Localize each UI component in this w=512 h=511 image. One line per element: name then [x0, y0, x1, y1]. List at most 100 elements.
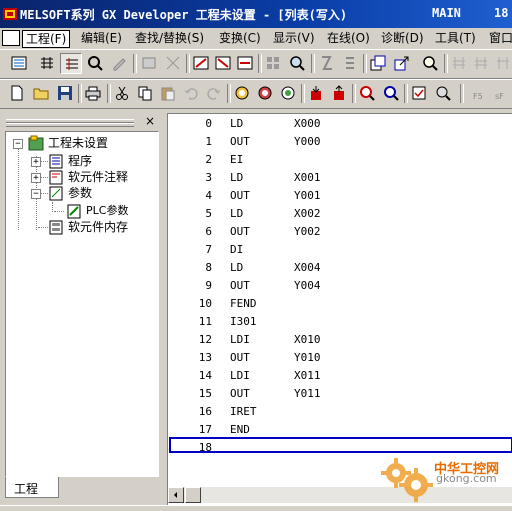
instruction: LDI [230, 369, 250, 382]
find-ins-icon[interactable] [254, 83, 276, 104]
tree-item-device-memory[interactable]: 软元件内存 [68, 219, 128, 235]
menu-diagnose[interactable]: 诊断(D) [378, 30, 427, 46]
instruction: OUT [230, 387, 250, 400]
list-row[interactable]: 3 LD X001 [168, 169, 512, 187]
ladder-view-icon[interactable] [8, 53, 30, 74]
print-icon[interactable] [82, 83, 104, 104]
find-device-icon[interactable] [231, 83, 253, 104]
instruction: OUT [230, 189, 250, 202]
list-row[interactable]: 15 OUT Y011 [168, 385, 512, 403]
tree-item-plc-parameter[interactable]: PLC参数 [86, 203, 128, 219]
ladder-verify-icon[interactable] [234, 53, 256, 74]
monitor-stop-icon[interactable] [380, 83, 402, 104]
scroll-left-button[interactable] [168, 487, 184, 503]
monitor-icon[interactable] [84, 53, 106, 74]
paste-icon[interactable] [157, 83, 179, 104]
ladder-write-icon[interactable] [190, 53, 212, 74]
melsoft-app-icon[interactable] [2, 6, 18, 22]
new-icon[interactable] [6, 83, 28, 104]
list-view-icon[interactable] [36, 53, 58, 74]
block-icon[interactable] [262, 53, 284, 74]
menu-project[interactable]: 工程(F) [22, 30, 71, 48]
list-row[interactable]: 1 OUT Y000 [168, 133, 512, 151]
list-row[interactable]: 9 OUT Y004 [168, 277, 512, 295]
list-row[interactable]: 7 DI [168, 241, 512, 259]
search-icon[interactable] [286, 53, 308, 74]
transfer-icon[interactable] [432, 83, 454, 104]
horizontal-scrollbar[interactable] [168, 487, 512, 503]
list-row[interactable]: 10 FEND [168, 295, 512, 313]
scroll-thumb[interactable] [185, 487, 201, 503]
title-bar[interactable]: MELSOFT系列 GX Developer 工程未设置 - [列表(写入) M… [0, 0, 512, 28]
program-folder-icon [49, 154, 63, 169]
list-row[interactable]: 14 LDI X011 [168, 367, 512, 385]
monitor-start-icon[interactable] [356, 83, 378, 104]
tree-expand-parameter[interactable]: − [31, 189, 41, 199]
menu-find-replace[interactable]: 查找/替换(S) [132, 30, 207, 46]
shift-f-button[interactable]: sF [492, 83, 512, 104]
save-icon[interactable] [54, 83, 76, 104]
ladder-read-icon[interactable] [212, 53, 234, 74]
menu-tools[interactable]: 工具(T) [432, 30, 479, 46]
project-tree[interactable]: − 工程未设置 + 程序 + 软元件注释 − 参数 PLC参数 软元件内存 [5, 131, 159, 477]
read-plc-icon[interactable] [305, 83, 327, 104]
window-tile-icon[interactable] [367, 53, 389, 74]
step-number: 8 [205, 261, 212, 274]
list-row[interactable]: 2 EI [168, 151, 512, 169]
copy-icon[interactable] [134, 83, 156, 104]
device-comment-icon [49, 170, 63, 185]
menu-view[interactable]: 显示(V) [270, 30, 318, 46]
step-icon[interactable] [315, 53, 337, 74]
list-row[interactable]: 16 IRET [168, 403, 512, 421]
step-number: 14 [198, 369, 212, 382]
step-number: 9 [205, 279, 212, 292]
tree-root-collapse[interactable]: − [13, 139, 23, 149]
tree-item-parameter[interactable]: 参数 [68, 185, 92, 201]
dev3-icon[interactable] [492, 53, 512, 74]
redo-icon[interactable] [203, 83, 225, 104]
document-menu-icon[interactable] [2, 30, 20, 46]
list-row[interactable]: 6 OUT Y002 [168, 223, 512, 241]
undo-icon[interactable] [180, 83, 202, 104]
pane-grip[interactable] [6, 123, 134, 127]
list-row[interactable]: 8 LD X004 [168, 259, 512, 277]
list-row[interactable]: 11 I301 [168, 313, 512, 331]
list-row[interactable]: 13 OUT Y010 [168, 349, 512, 367]
find-step-icon[interactable] [277, 83, 299, 104]
instruction: OUT [230, 225, 250, 238]
cut-icon[interactable] [111, 83, 133, 104]
write-icon[interactable] [108, 53, 130, 74]
list-row[interactable]: 12 LDI X010 [168, 331, 512, 349]
dev2-icon[interactable] [470, 53, 492, 74]
tree-expand-comment[interactable]: + [31, 173, 41, 183]
open-icon[interactable] [30, 83, 52, 104]
f5-button[interactable]: F5 [470, 83, 492, 104]
menu-window[interactable]: 窗口 [486, 30, 512, 46]
menu-convert[interactable]: 变换(C) [216, 30, 264, 46]
list-row[interactable]: 5 LD X002 [168, 205, 512, 223]
tree-item-program[interactable]: 程序 [68, 153, 92, 169]
parameter-folder-icon [49, 186, 63, 201]
tree-expand-program[interactable]: + [31, 157, 41, 167]
tree-root-label[interactable]: 工程未设置 [48, 135, 108, 151]
list-row[interactable]: 0 LD X000 [168, 115, 512, 133]
device-icon[interactable] [162, 53, 184, 74]
step-number: 0 [205, 117, 212, 130]
instruction-list[interactable]: 0 LD X000 1 OUT Y000 2 EI 3 LD X001 4 OUT Y001 5 LD X002… [167, 113, 512, 505]
window-cascade-icon[interactable] [391, 53, 413, 74]
close-pane-button[interactable]: × [144, 115, 156, 127]
list-row[interactable]: 4 OUT Y001 [168, 187, 512, 205]
zoom-icon[interactable] [419, 53, 441, 74]
comment-icon[interactable] [138, 53, 160, 74]
param-check-icon[interactable] [408, 83, 430, 104]
tab-project-label: 工程 [14, 482, 39, 496]
write-plc-icon[interactable] [328, 83, 350, 104]
window-title: MELSOFT系列 GX Developer 工程未设置 - [列表(写入) [20, 8, 348, 22]
tree-item-device-comment[interactable]: 软元件注释 [68, 169, 128, 185]
menu-online[interactable]: 在线(O) [324, 30, 373, 46]
menu-edit[interactable]: 编辑(E) [78, 30, 125, 46]
instruction: OUT [230, 279, 250, 292]
list-edit-icon[interactable] [60, 53, 82, 74]
step2-icon[interactable] [339, 53, 361, 74]
dev1-icon[interactable] [448, 53, 470, 74]
